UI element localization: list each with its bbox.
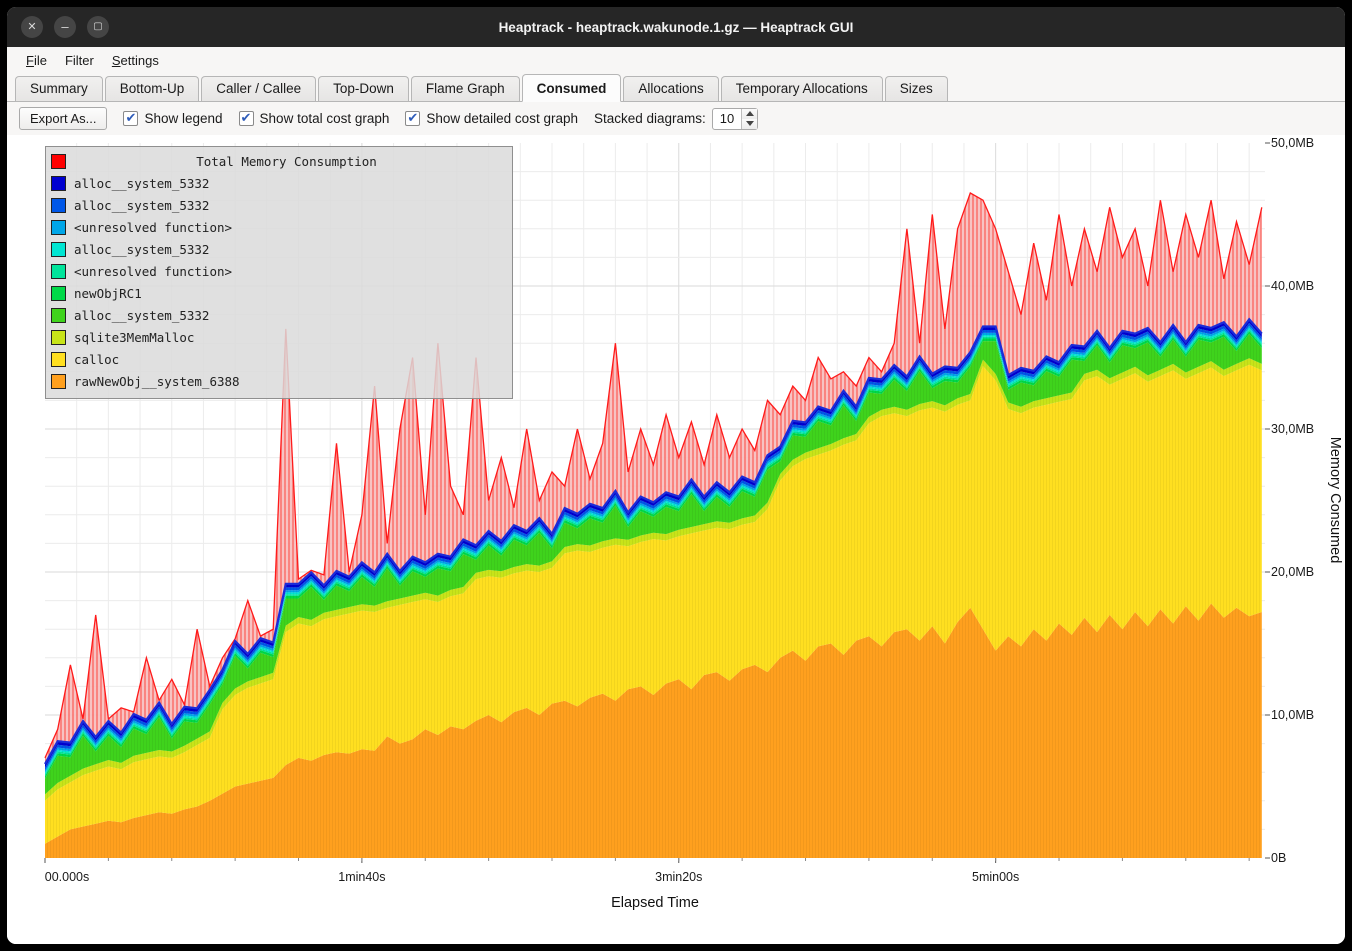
legend-item: calloc xyxy=(51,348,507,370)
legend-label: <unresolved function> xyxy=(74,264,232,279)
x-tick-label: 1min40s xyxy=(338,870,385,884)
legend-swatch xyxy=(51,176,66,191)
title-bar[interactable]: Heaptrack - heaptrack.wakunode.1.gz — He… xyxy=(7,7,1345,47)
legend-swatch xyxy=(51,352,66,367)
y-tick-label: 10,0MB xyxy=(1271,708,1314,722)
legend-label: newObjRC1 xyxy=(74,286,142,301)
y-tick-label: 0B xyxy=(1271,851,1286,865)
maximize-icon[interactable] xyxy=(87,16,109,38)
legend-label: alloc__system_5332 xyxy=(74,176,209,191)
legend-title: Total Memory Consumption xyxy=(66,154,507,169)
legend-label: calloc xyxy=(74,352,119,367)
menu-file[interactable]: File xyxy=(17,50,56,71)
checkbox-icon[interactable] xyxy=(123,111,138,126)
checkbox-icon[interactable] xyxy=(405,111,420,126)
app-window: Heaptrack - heaptrack.wakunode.1.gz — He… xyxy=(0,0,1352,951)
legend-item: sqlite3MemMalloc xyxy=(51,326,507,348)
y-tick-label: 30,0MB xyxy=(1271,422,1314,436)
legend-swatch xyxy=(51,264,66,279)
legend-item: rawNewObj__system_6388 xyxy=(51,370,507,392)
x-tick-label: 5min00s xyxy=(972,870,1019,884)
legend-swatch xyxy=(51,220,66,235)
legend-label: alloc__system_5332 xyxy=(74,308,209,323)
close-icon[interactable] xyxy=(21,16,43,38)
y-axis-title: Memory Consumed xyxy=(1327,437,1343,564)
export-as-button[interactable]: Export As... xyxy=(19,107,107,130)
menu-bar: FileFilterSettings xyxy=(7,47,1345,73)
legend-item: newObjRC1 xyxy=(51,282,507,304)
legend-swatch xyxy=(51,330,66,345)
legend-label: <unresolved function> xyxy=(74,220,232,235)
legend-label: alloc__system_5332 xyxy=(74,198,209,213)
tab-consumed[interactable]: Consumed xyxy=(522,74,622,102)
checkbox-label: Show legend xyxy=(144,111,222,126)
y-tick-label: 40,0MB xyxy=(1271,279,1314,293)
stacked-diagrams-value[interactable]: 10 xyxy=(713,109,741,129)
tab-top-down[interactable]: Top-Down xyxy=(318,76,409,101)
checkbox-label: Show total cost graph xyxy=(260,111,390,126)
tab-allocations[interactable]: Allocations xyxy=(623,76,718,101)
checkbox-group: Show legend Show total cost graph Show det… xyxy=(123,111,578,126)
legend-item: <unresolved function> xyxy=(51,260,507,282)
y-tick-label: 20,0MB xyxy=(1271,565,1314,579)
y-tick-label: 50,0MB xyxy=(1271,136,1314,150)
legend-swatch xyxy=(51,242,66,257)
window-controls xyxy=(21,7,109,47)
x-axis-title: Elapsed Time xyxy=(611,895,699,911)
stacked-diagrams-control: Stacked diagrams: 10 xyxy=(594,108,758,130)
legend-label: rawNewObj__system_6388 xyxy=(74,374,240,389)
legend-item: <unresolved function> xyxy=(51,216,507,238)
toolbar: Export As... Show legend Show total cost … xyxy=(7,102,1345,135)
checkbox-show-total-cost-graph[interactable]: Show total cost graph xyxy=(239,111,390,126)
menu-filter[interactable]: Filter xyxy=(56,50,103,71)
tab-summary[interactable]: Summary xyxy=(15,76,103,101)
spin-down-icon[interactable] xyxy=(742,119,757,129)
checkbox-show-legend[interactable]: Show legend xyxy=(123,111,222,126)
tab-bottom-up[interactable]: Bottom-Up xyxy=(105,76,200,101)
legend-item: alloc__system_5332 xyxy=(51,194,507,216)
x-tick-label: 3min20s xyxy=(655,870,702,884)
chart-legend: Total Memory Consumption alloc__system_5… xyxy=(45,146,513,399)
legend-swatch xyxy=(51,286,66,301)
spin-arrows xyxy=(741,109,757,129)
legend-label: alloc__system_5332 xyxy=(74,242,209,257)
memory-consumption-chart[interactable]: Total Memory Consumption alloc__system_5… xyxy=(7,135,1345,944)
legend-item: alloc__system_5332 xyxy=(51,172,507,194)
tab-temporary-allocations[interactable]: Temporary Allocations xyxy=(721,76,883,101)
tab-sizes[interactable]: Sizes xyxy=(885,76,948,101)
menu-settings[interactable]: Settings xyxy=(103,50,168,71)
legend-swatch xyxy=(51,308,66,323)
legend-title-row: Total Memory Consumption xyxy=(51,151,507,172)
tab-flame-graph[interactable]: Flame Graph xyxy=(411,76,520,101)
stacked-diagrams-spinbox[interactable]: 10 xyxy=(712,108,758,130)
legend-item: alloc__system_5332 xyxy=(51,238,507,260)
legend-swatch xyxy=(51,198,66,213)
legend-item: alloc__system_5332 xyxy=(51,304,507,326)
checkbox-show-detailed-cost-graph[interactable]: Show detailed cost graph xyxy=(405,111,578,126)
tab-bar: SummaryBottom-UpCaller / CalleeTop-DownF… xyxy=(7,73,1345,102)
minimize-icon[interactable] xyxy=(54,16,76,38)
legend-rows: alloc__system_5332 alloc__system_5332 <unr… xyxy=(51,172,507,392)
legend-label: sqlite3MemMalloc xyxy=(74,330,194,345)
x-tick-label: 00.000s xyxy=(45,870,89,884)
checkbox-icon[interactable] xyxy=(239,111,254,126)
checkbox-label: Show detailed cost graph xyxy=(426,111,578,126)
stacked-diagrams-label: Stacked diagrams: xyxy=(594,111,706,126)
total-swatch xyxy=(51,154,66,169)
tab-caller-callee[interactable]: Caller / Callee xyxy=(201,76,316,101)
window-title: Heaptrack - heaptrack.wakunode.1.gz — He… xyxy=(7,20,1345,35)
spin-up-icon[interactable] xyxy=(742,109,757,119)
legend-swatch xyxy=(51,374,66,389)
